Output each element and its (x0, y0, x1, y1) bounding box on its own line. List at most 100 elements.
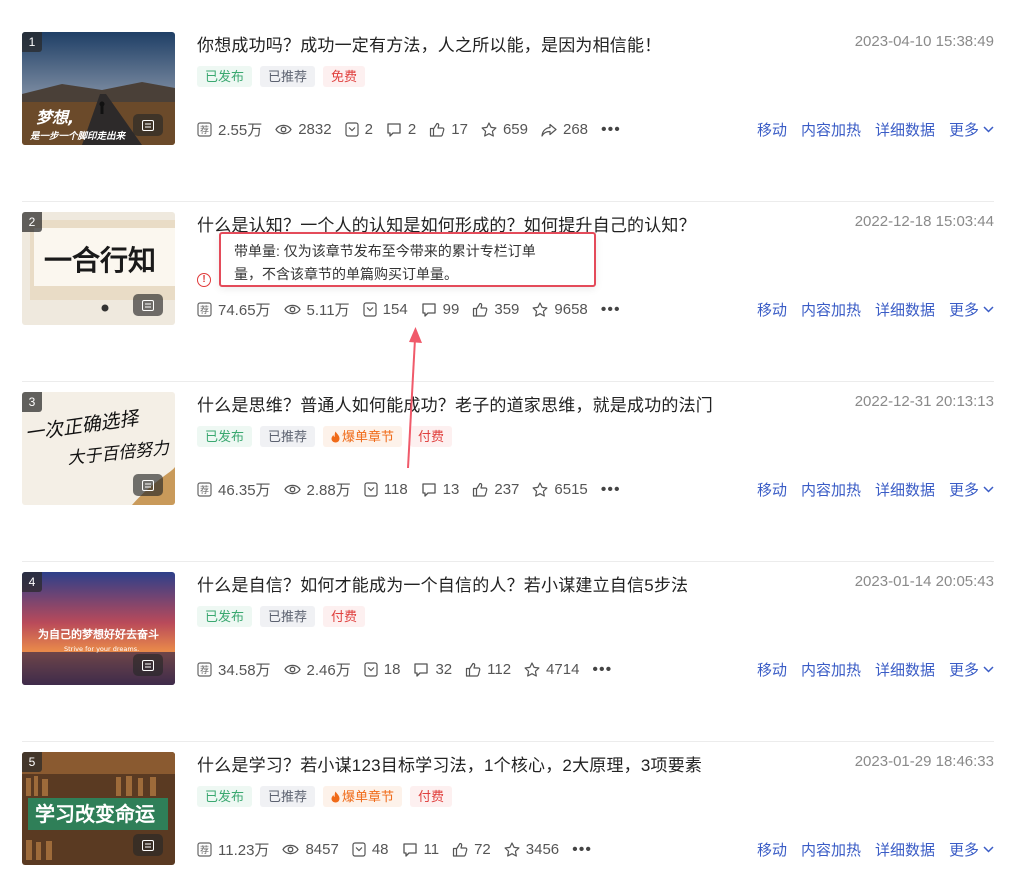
boost-button[interactable]: 内容加热 (801, 299, 861, 320)
boost-button[interactable]: 内容加热 (801, 839, 861, 860)
article-thumbnail[interactable]: 一次正确选择 大于百倍努力 3 (22, 392, 175, 505)
article-thumbnail[interactable]: 为自己的梦想好好去奋斗 Strive for your dreams. 4 (22, 572, 175, 685)
share-icon (541, 123, 557, 137)
order-icon (364, 662, 378, 677)
stat-favorites[interactable]: 3456 (504, 841, 559, 858)
doc-icon (133, 294, 163, 316)
publish-date: 2023-01-14 20:05:43 (854, 573, 994, 590)
recommend-icon: 荐 (197, 482, 212, 497)
thumb-caption: 是一步一个脚印走出来 (29, 130, 127, 142)
thumb-caption: Strive for your dreams. (64, 645, 139, 653)
stat-likes[interactable]: 237 (472, 481, 519, 498)
hot-chapter-tag: 爆单章节 (323, 426, 403, 447)
more-menu-button[interactable]: 更多 (949, 479, 994, 500)
svg-text:荐: 荐 (200, 485, 209, 496)
rank-badge: 5 (22, 752, 42, 772)
stat-comments: 32 (413, 661, 452, 678)
more-menu-button[interactable]: 更多 (949, 299, 994, 320)
stat-likes[interactable]: 112 (465, 661, 511, 678)
stat-orders: 18 (364, 661, 400, 678)
tooltip-line: 量，不含该章节的单篇购买订单量。 (234, 266, 458, 282)
status-tag: 已发布 (197, 786, 253, 807)
publish-date: 2022-12-18 15:03:44 (854, 213, 994, 230)
recommend-tag: 已推荐 (260, 786, 316, 807)
chevron-down-icon (983, 666, 994, 673)
flame-icon (331, 791, 340, 802)
stat-views: 2.88万 (283, 479, 351, 500)
publish-date: 2022-12-31 20:13:13 (854, 393, 994, 410)
stat-favorites[interactable]: 4714 (524, 661, 579, 678)
order-icon (344, 122, 359, 137)
move-button[interactable]: 移动 (757, 299, 787, 320)
stat-shares[interactable]: 268 (541, 121, 588, 138)
boost-button[interactable]: 内容加热 (801, 119, 861, 140)
thumb-caption: 一合行知 (44, 244, 156, 277)
orders-tooltip: 带单量: 仅为该章节发布至今带来的累计专栏订单 量，不含该章节的单篇购买订单量。 (219, 232, 596, 287)
eye-icon (283, 484, 301, 495)
more-stats-button[interactable]: ••• (601, 481, 621, 499)
chevron-down-icon (983, 126, 994, 133)
svg-text:荐: 荐 (200, 665, 209, 676)
comment-icon (402, 843, 417, 857)
article-title[interactable]: 你想成功吗？成功一定有方法，人之所以能，是因为相信能！ (197, 31, 661, 56)
article-row: 一合行知 2 什么是认知？一个人的认知是如何形成的？如何提升自己的认知？ 202… (22, 202, 994, 382)
stat-favorites[interactable]: 9658 (532, 301, 588, 318)
more-stats-button[interactable]: ••• (601, 301, 621, 319)
more-menu-button[interactable]: 更多 (949, 119, 994, 140)
stat-favorites[interactable]: 659 (481, 121, 528, 138)
article-thumbnail[interactable]: 一合行知 2 (22, 212, 175, 325)
boost-button[interactable]: 内容加热 (801, 659, 861, 680)
detail-data-button[interactable]: 详细数据 (875, 299, 935, 320)
move-button[interactable]: 移动 (757, 119, 787, 140)
thumb-caption: 梦想, (36, 108, 74, 127)
article-row: 学习改变命运 5 什么是学习？若小谋123目标学习法，1个核心，2大原理，3项要… (22, 742, 994, 895)
price-tag: 免费 (323, 66, 366, 87)
stat-orders: 118 (364, 481, 408, 498)
doc-icon (133, 474, 163, 496)
article-title[interactable]: 什么是学习？若小谋123目标学习法，1个核心，2大原理，3项要素 (197, 751, 702, 776)
stat-orders: 2 (344, 121, 373, 138)
action-bar: 移动 内容加热 详细数据 更多 (743, 479, 994, 500)
stat-favorites[interactable]: 6515 (532, 481, 588, 498)
move-button[interactable]: 移动 (757, 659, 787, 680)
article-thumbnail[interactable]: 学习改变命运 5 (22, 752, 175, 865)
svg-text:荐: 荐 (200, 305, 209, 316)
article-title[interactable]: 什么是思维？普通人如何能成功？老子的道家思维，就是成功的法门 (197, 391, 713, 416)
stat-recommend: 荐 34.58万 (197, 659, 271, 680)
move-button[interactable]: 移动 (757, 479, 787, 500)
thumb-caption: 为自己的梦想好好去奋斗 (38, 627, 159, 641)
stat-likes[interactable]: 359 (472, 301, 519, 318)
more-stats-button[interactable]: ••• (592, 661, 612, 679)
detail-data-button[interactable]: 详细数据 (875, 659, 935, 680)
stat-views: 2.46万 (283, 659, 351, 680)
article-title[interactable]: 什么是自信？如何才能成为一个自信的人？若小谋建立自信5步法 (197, 571, 688, 596)
stat-orders[interactable]: 154 (363, 301, 408, 318)
rank-badge: 3 (22, 392, 42, 412)
recommend-tag: 已推荐 (260, 606, 316, 627)
detail-data-button[interactable]: 详细数据 (875, 839, 935, 860)
rank-badge: 1 (22, 32, 42, 52)
order-icon (364, 482, 378, 497)
move-button[interactable]: 移动 (757, 839, 787, 860)
article-thumbnail[interactable]: 梦想, 是一步一个脚印走出来 1 (22, 32, 175, 145)
chevron-down-icon (983, 846, 994, 853)
recommend-icon: 荐 (197, 842, 212, 857)
more-stats-button[interactable]: ••• (572, 841, 592, 859)
like-icon (466, 662, 481, 677)
eye-icon (282, 844, 300, 855)
more-menu-button[interactable]: 更多 (949, 659, 994, 680)
more-stats-button[interactable]: ••• (601, 121, 621, 139)
warning-icon: ! (197, 273, 211, 287)
detail-data-button[interactable]: 详细数据 (875, 119, 935, 140)
more-menu-button[interactable]: 更多 (949, 839, 994, 860)
boost-button[interactable]: 内容加热 (801, 479, 861, 500)
like-icon (452, 842, 468, 857)
stat-likes[interactable]: 72 (452, 841, 491, 858)
detail-data-button[interactable]: 详细数据 (875, 479, 935, 500)
comment-icon (422, 303, 436, 317)
star-icon (532, 482, 548, 497)
rank-badge: 4 (22, 572, 42, 592)
stat-likes[interactable]: 17 (429, 121, 468, 138)
order-icon (352, 842, 366, 857)
svg-text:荐: 荐 (200, 125, 209, 136)
